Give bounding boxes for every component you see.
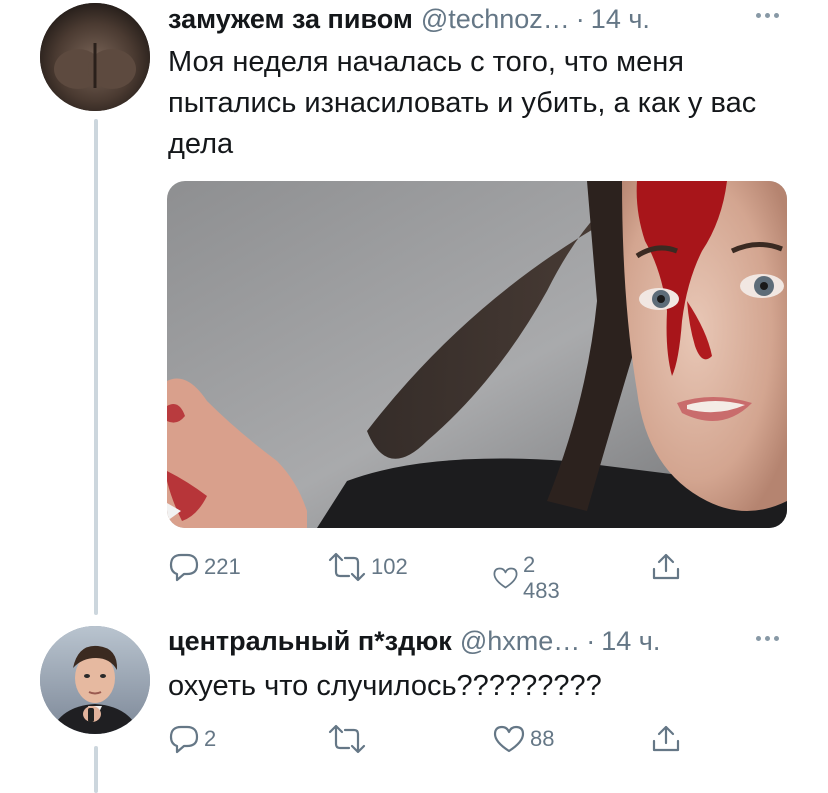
thread-connector <box>94 119 98 615</box>
like-count: 88 <box>530 726 555 751</box>
avatar-main[interactable] <box>40 3 150 111</box>
avatar-reply[interactable] <box>40 626 150 734</box>
share-icon <box>652 725 680 752</box>
retweet-icon <box>328 724 366 754</box>
heart-icon <box>493 725 525 753</box>
share-icon <box>652 553 680 580</box>
reply-button[interactable]: 2 <box>168 724 216 754</box>
reply-count: 221 <box>204 554 241 579</box>
tweet-main-text: Моя неделя началась с того, что меня пыт… <box>168 46 757 160</box>
tweet-reply-header: центральный п*здюк @hxme… · 14 ч. <box>168 624 660 658</box>
author-name[interactable]: замужем за пивом <box>168 2 413 36</box>
reply-icon <box>169 553 199 582</box>
like-count: 2 483 <box>522 552 560 603</box>
tweet-main-header: замужем за пивом @technoz… · 14 ч. <box>168 2 650 36</box>
reply-button[interactable]: 221 <box>168 552 241 582</box>
reply-icon <box>169 725 199 754</box>
share-button[interactable] <box>650 723 682 755</box>
heart-icon <box>493 567 518 589</box>
retweet-button[interactable] <box>327 724 371 754</box>
separator-dot: · <box>586 626 596 656</box>
timestamp[interactable]: 14 ч. <box>601 624 660 658</box>
share-button[interactable] <box>650 551 682 583</box>
more-icon[interactable] <box>756 636 779 641</box>
author-handle[interactable]: @hxme… <box>460 624 580 658</box>
tweet-reply-text: охуеть что случилось????????? <box>168 670 602 702</box>
thread-connector-bottom <box>94 746 98 793</box>
like-button[interactable]: 88 <box>492 724 554 754</box>
retweet-button[interactable]: 102 <box>327 552 408 582</box>
photo-selfie-icon <box>167 181 787 528</box>
avatar-reply-image <box>40 626 150 734</box>
more-icon[interactable] <box>756 13 779 18</box>
reply-count: 2 <box>204 726 217 751</box>
timestamp[interactable]: 14 ч. <box>591 2 650 36</box>
retweet-count: 102 <box>371 554 408 579</box>
author-handle[interactable]: @technoz… <box>421 2 570 36</box>
separator-dot: · <box>575 4 585 34</box>
avatar-main-image <box>40 3 150 111</box>
like-button[interactable]: 2 483 <box>492 552 567 604</box>
author-name[interactable]: центральный п*здюк <box>168 624 452 658</box>
tweet-main-photo[interactable] <box>167 181 787 528</box>
retweet-icon <box>328 552 366 582</box>
